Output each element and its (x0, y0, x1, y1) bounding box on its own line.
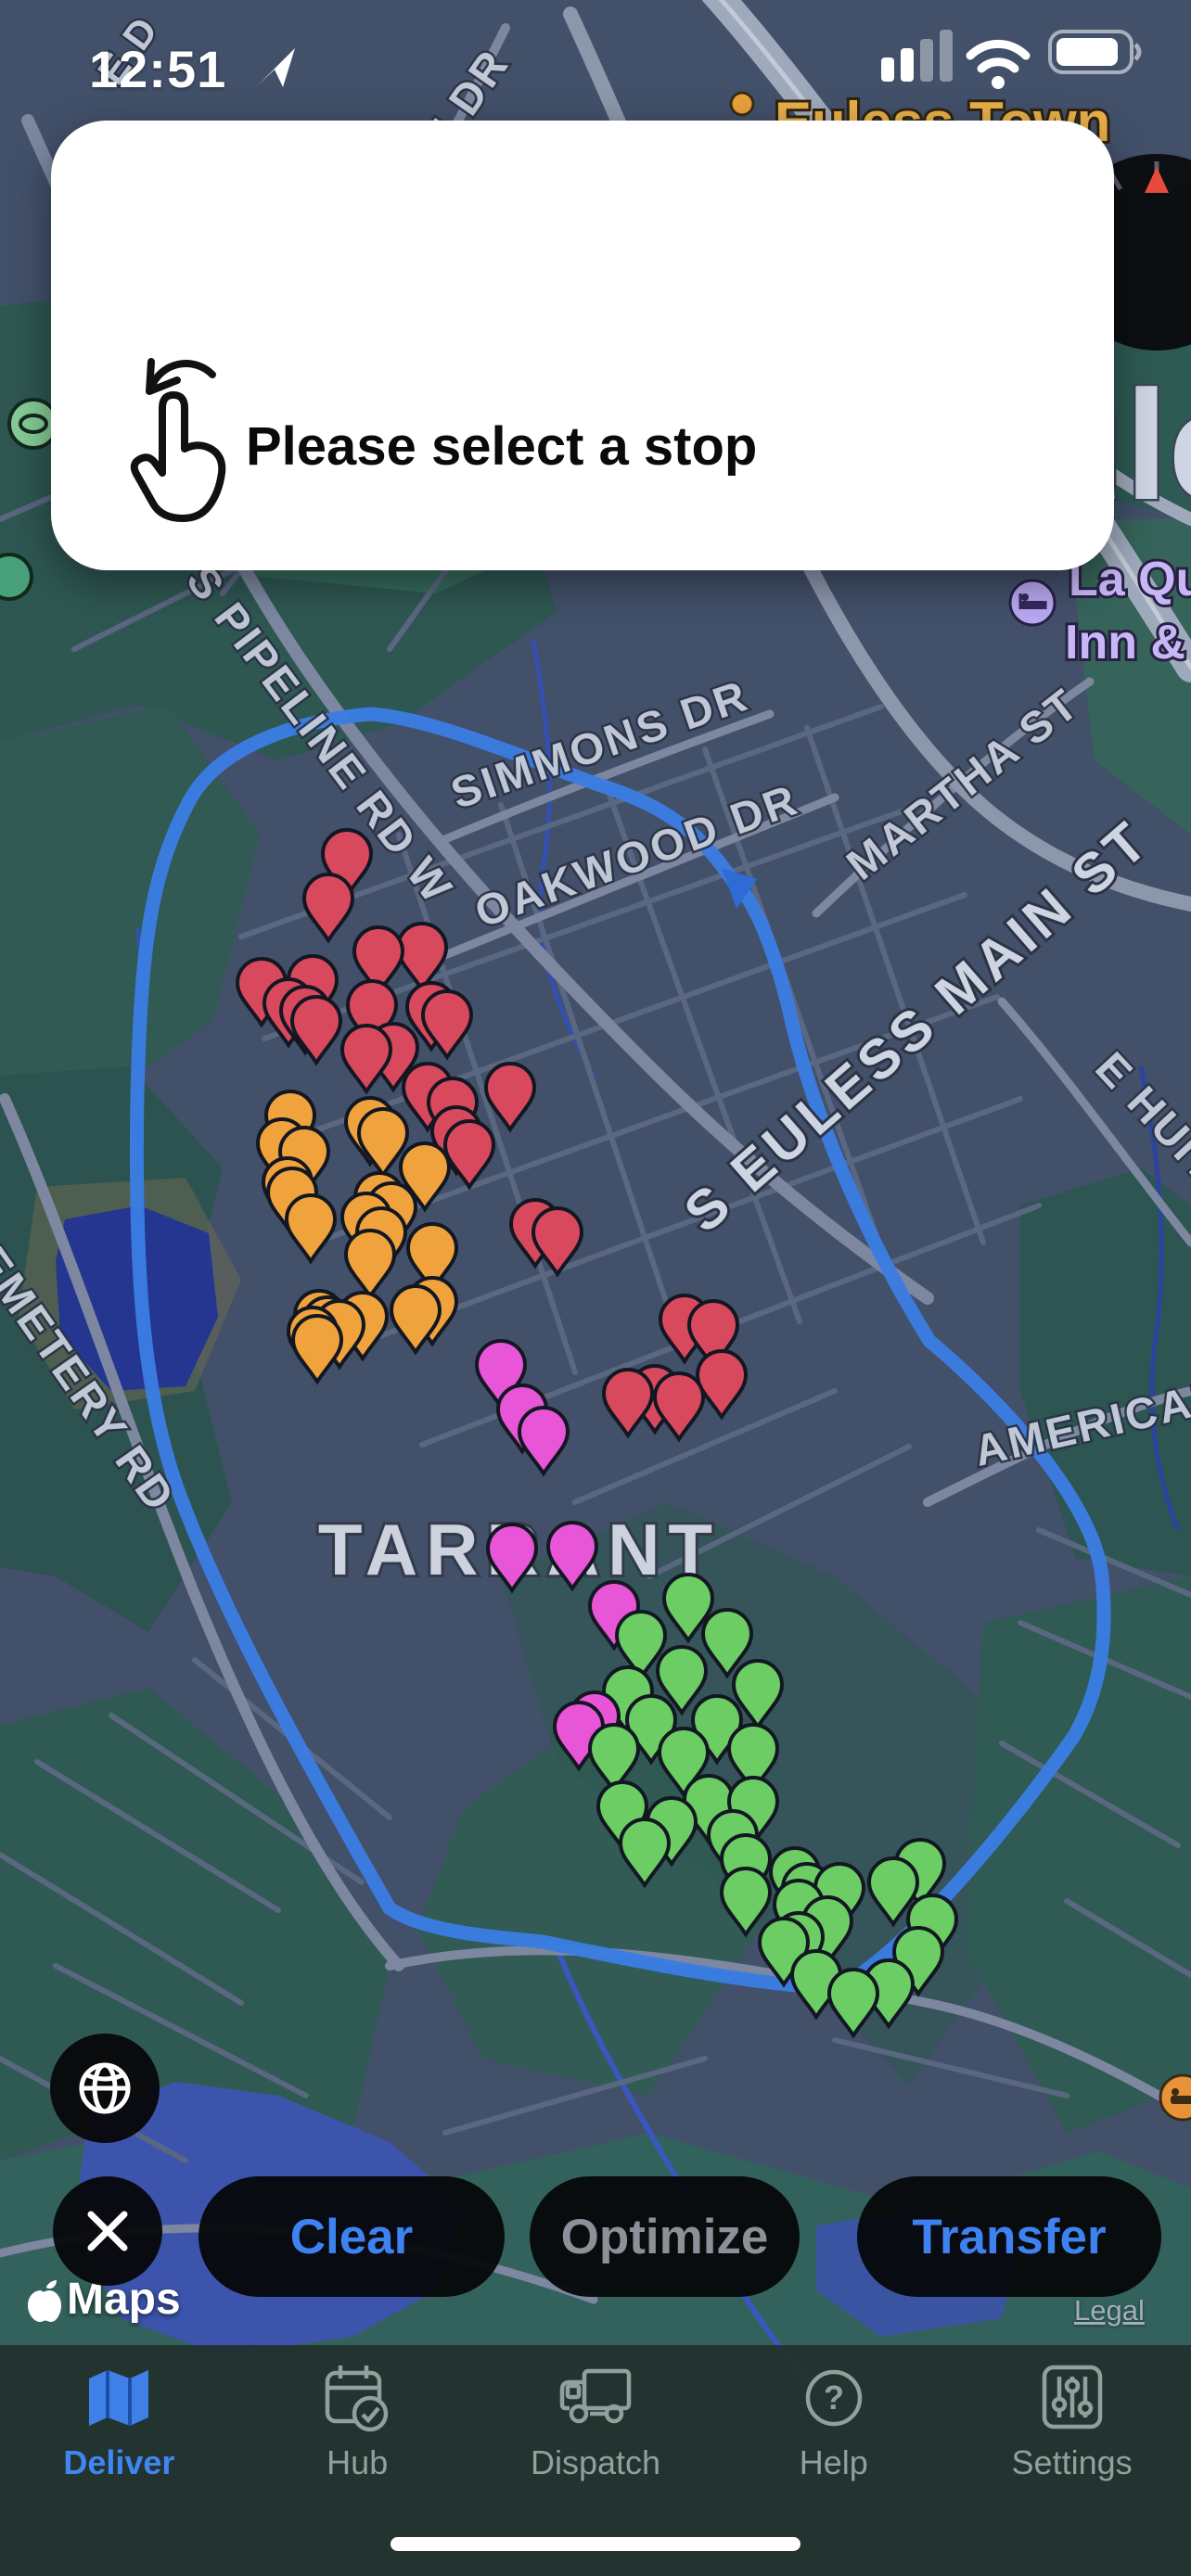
signal-bars-icon (881, 30, 953, 82)
location-arrow-icon (252, 43, 301, 91)
tab-hub-label: Hub (327, 2443, 388, 2482)
hotel-icon-orange (1160, 2075, 1191, 2120)
transfer-button[interactable]: Transfer (857, 2176, 1161, 2297)
help-icon: ? (795, 2362, 873, 2434)
transfer-label: Transfer (912, 2209, 1106, 2265)
map-icon (80, 2362, 158, 2434)
close-button[interactable] (53, 2176, 162, 2286)
wifi-dot (992, 76, 1005, 89)
tap-gesture-icon (103, 343, 242, 542)
clear-label: Clear (290, 2209, 414, 2265)
optimize-button[interactable]: Optimize (530, 2176, 800, 2297)
legal-link[interactable]: Legal (1074, 2294, 1145, 2327)
hotel-icon-purple (1010, 580, 1055, 625)
tab-dispatch-label: Dispatch (531, 2443, 660, 2482)
park-icon (0, 555, 32, 599)
select-stop-toast: Please select a stop (51, 121, 1114, 570)
apple-logo-icon (24, 2277, 61, 2322)
calendar-check-icon (318, 2362, 396, 2434)
globe-icon (76, 2060, 134, 2117)
clear-button[interactable]: Clear (198, 2176, 505, 2297)
wifi-icon (970, 44, 1026, 69)
tab-help-label: Help (800, 2443, 868, 2482)
map-mode-globe-button[interactable] (50, 2034, 160, 2143)
map-label: Inn & (1065, 616, 1185, 670)
tab-deliver[interactable]: Deliver (0, 2345, 238, 2576)
truck-icon (553, 2362, 638, 2434)
toast-message: Please select a stop (246, 415, 757, 478)
home-indicator[interactable] (391, 2537, 800, 2551)
sliders-icon (1033, 2362, 1111, 2434)
clock: 12:51 (89, 39, 226, 99)
optimize-label: Optimize (561, 2209, 769, 2265)
app-screen: E DWILSHIRE DRA LNEuless TownSoftball Wo… (0, 0, 1191, 2576)
close-icon (83, 2207, 132, 2255)
tab-settings[interactable]: Settings (953, 2345, 1191, 2576)
battery-icon (1050, 32, 1139, 72)
status-icons (857, 0, 1191, 102)
status-bar: 12:51 (0, 0, 1191, 102)
tab-settings-label: Settings (1012, 2443, 1133, 2482)
tab-deliver-label: Deliver (63, 2443, 174, 2482)
svg-text:?: ? (824, 2378, 844, 2417)
